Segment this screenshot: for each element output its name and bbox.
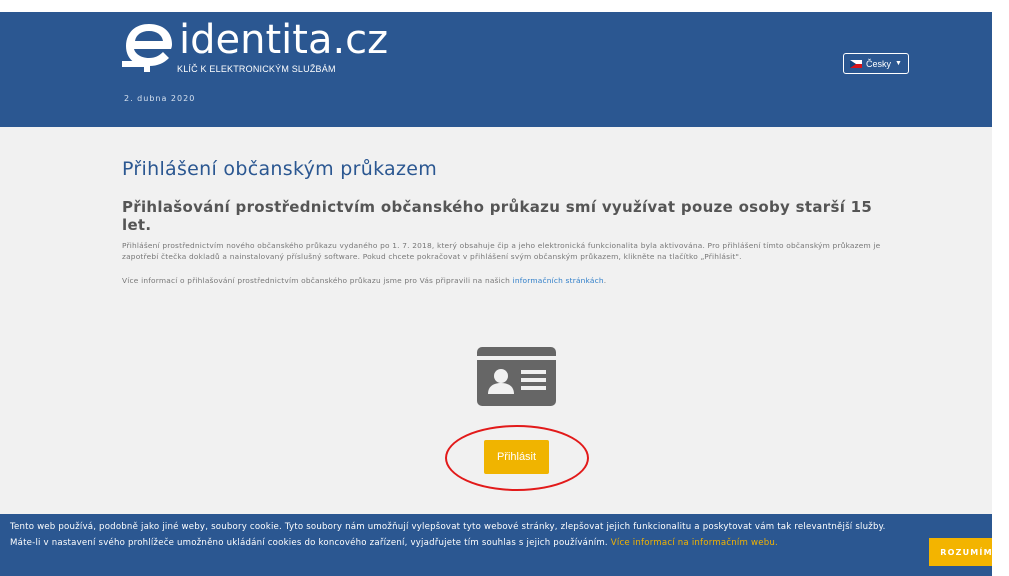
logo-e-icon (122, 24, 172, 72)
language-label: Česky (866, 58, 892, 69)
page-subtitle: Přihlašování prostřednictvím občanského … (122, 198, 873, 234)
czech-flag-icon (850, 59, 863, 68)
info-text-end: . (603, 276, 607, 285)
page: identita.cz KLÍČ K ELEKTRONICKÝM SLUŽBÁM… (0, 0, 1009, 576)
right-margin (992, 0, 1009, 576)
language-select[interactable]: Česky ▼ (843, 53, 909, 74)
main-content: Přihlášení občanským průkazem Přihlašová… (122, 150, 882, 285)
logo-tagline: KLÍČ K ELEKTRONICKÝM SLUŽBÁM (177, 64, 336, 74)
description-text: Přihlášení prostřednictvím nového občans… (122, 241, 881, 261)
id-card-icon (477, 347, 556, 406)
site-header: identita.cz KLÍČ K ELEKTRONICKÝM SLUŽBÁM… (0, 12, 992, 127)
current-date: 2. dubna 2020 (124, 94, 196, 103)
page-title: Přihlášení občanským průkazem (122, 158, 438, 180)
chevron-down-icon: ▼ (895, 60, 902, 67)
login-button[interactable]: Přihlásit (484, 440, 549, 474)
info-text: Více informací o přihlašování prostředni… (122, 276, 882, 285)
info-link[interactable]: informačních stránkách (513, 276, 604, 285)
logo-text: identita.cz (179, 17, 389, 63)
cookie-info-link[interactable]: Více informací na informačním webu. (611, 538, 778, 548)
info-text-lead: Více informací o přihlašování prostředni… (122, 276, 513, 285)
cookie-text: Tento web používá, podobně jako jiné web… (10, 519, 900, 551)
site-logo[interactable]: identita.cz KLÍČ K ELEKTRONICKÝM SLUŽBÁM (122, 17, 388, 100)
top-margin (0, 0, 1009, 12)
cookie-banner: Tento web používá, podobně jako jiné web… (0, 514, 1004, 576)
